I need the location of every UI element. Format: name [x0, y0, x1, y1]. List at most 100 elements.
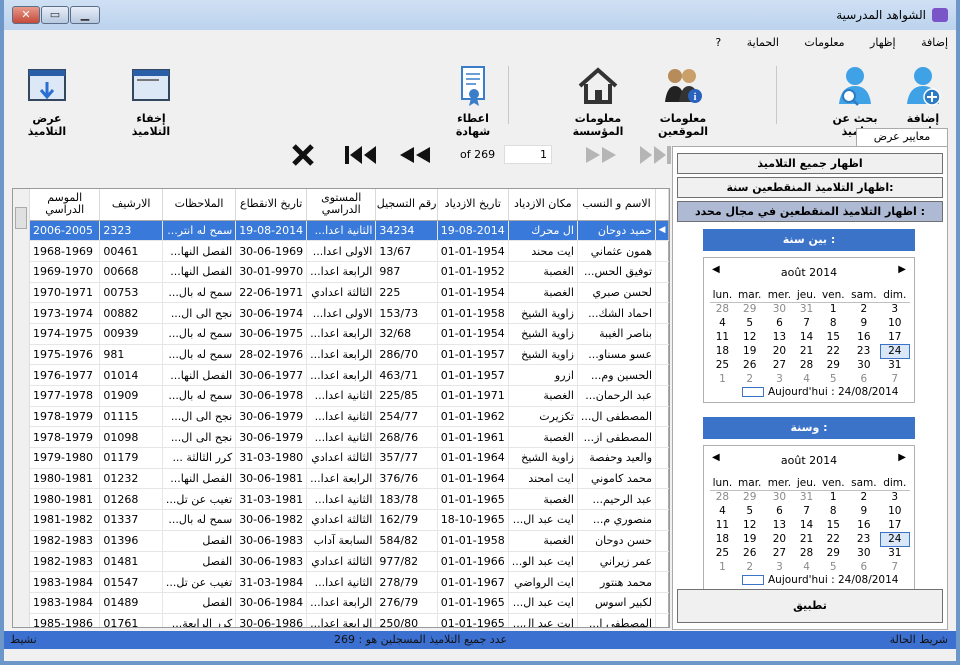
row-selector[interactable] [655, 488, 669, 511]
table-cell[interactable]: 01-01-1965 [437, 613, 509, 627]
maximize-window-button[interactable]: ▭ [41, 6, 69, 24]
table-cell[interactable]: الثانية اعدا... [306, 385, 377, 407]
calendar-day[interactable]: 21 [794, 344, 819, 358]
calendar-day[interactable]: 9 [848, 316, 880, 330]
table-row[interactable]: 1980-1981 01232 الفصل النها... 30-06-1981 ال… [30, 468, 669, 490]
table-cell[interactable]: الغصبة [508, 385, 578, 407]
table-cell[interactable]: 01-01-1971 [437, 385, 509, 407]
table-cell[interactable]: 2323 [99, 220, 163, 242]
calendar-day[interactable]: 1 [710, 372, 735, 386]
calendar-day[interactable]: 15 [819, 330, 848, 344]
calendar-day[interactable]: 29 [819, 358, 848, 372]
table-row[interactable]: 2006-2005 2323 سمح له انتر... 19-08-2014 الث… [30, 220, 669, 242]
table-row[interactable]: 1978-1979 01098 نجح الى ال... 30-06-1979 الث… [30, 426, 669, 449]
calendar-day[interactable]: 1 [819, 490, 848, 504]
table-cell[interactable]: 32/68 [375, 323, 438, 345]
table-cell[interactable]: 01489 [99, 592, 163, 614]
calendar-day[interactable]: 31 [880, 546, 909, 560]
calendar-day[interactable]: 29 [735, 302, 765, 316]
row-selector[interactable] [655, 406, 669, 428]
table-cell[interactable]: 30-06-1983 [235, 551, 308, 573]
table-cell[interactable]: 31-03-1980 [235, 447, 308, 469]
table-row[interactable]: 1983-1984 01489 الفصل 30-06-1984 الرابعة اعد… [30, 592, 669, 614]
calendar-day[interactable]: 4 [794, 560, 819, 574]
calendar-day[interactable]: 16 [848, 518, 880, 532]
table-cell[interactable]: والعيد وحفصة [577, 447, 657, 469]
calendar-day[interactable]: 15 [819, 518, 848, 532]
calendar-day[interactable]: 18 [710, 344, 735, 358]
menu-show[interactable]: إظهار [870, 36, 896, 49]
table-cell[interactable]: المصطفى ا... [577, 613, 657, 627]
table-cell[interactable]: 250/80 [375, 613, 438, 627]
table-cell[interactable]: 1977-1978 [30, 385, 101, 407]
add-student-button[interactable]: إضافة تلميذ [894, 64, 952, 138]
table-cell[interactable]: المصطفى از... [577, 426, 657, 449]
calendar-day[interactable]: 3 [765, 560, 795, 574]
table-cell[interactable]: عبد الرحمان... [577, 385, 657, 407]
table-cell[interactable]: 01-01-1952 [437, 261, 509, 283]
next-month-icon[interactable]: ▶ [898, 264, 906, 275]
first-record-button[interactable] [344, 140, 378, 170]
table-cell[interactable]: 1985-1986 [30, 613, 101, 627]
table-cell[interactable]: 01098 [99, 426, 163, 449]
table-cell[interactable]: 254/77 [375, 406, 438, 428]
table-cell[interactable]: 1978-1979 [30, 406, 101, 428]
table-cell[interactable]: 01-01-1962 [437, 406, 509, 428]
table-cell[interactable]: 30-06-1979 [235, 406, 308, 428]
employees-info-button[interactable]: i معلومات الموقعين [644, 64, 722, 138]
calendar-day[interactable]: 2 [735, 372, 765, 386]
table-cell[interactable]: ازرو [508, 364, 578, 386]
calendar-day[interactable]: 17 [880, 330, 909, 344]
table-cell[interactable]: 30-06-1982 [235, 509, 308, 531]
column-header-dropout-date[interactable]: تاريخ الانقطاع [235, 189, 308, 221]
table-cell[interactable]: سمح له بال... [162, 282, 237, 304]
table-cell[interactable]: 01-01-1954 [437, 282, 509, 304]
calendar-day[interactable]: 5 [819, 560, 848, 574]
table-cell[interactable]: احماد الشك... [577, 302, 657, 324]
calendar-day[interactable]: 30 [765, 302, 795, 316]
table-cell[interactable]: الفصل [162, 592, 237, 614]
calendar-day[interactable]: 3 [765, 372, 795, 386]
table-cell[interactable]: الثانية اعدا... [306, 426, 377, 449]
previous-record-button[interactable] [398, 140, 432, 170]
table-cell[interactable]: الثانية اعدا... [306, 488, 377, 511]
show-all-students-button[interactable]: اظهار جميع التلاميذ [677, 153, 943, 174]
table-cell[interactable]: الفصل النها... [162, 240, 237, 262]
calendar-day[interactable]: 18 [710, 532, 735, 546]
table-cell[interactable]: الثالثة اعدادي [306, 509, 377, 531]
table-cell[interactable]: 01-01-1965 [437, 488, 509, 511]
table-cell[interactable]: 34234 [375, 220, 438, 242]
table-cell[interactable]: 183/78 [375, 488, 438, 511]
table-cell[interactable]: 01-01-1964 [437, 468, 509, 490]
table-cell[interactable]: 981 [99, 344, 163, 366]
row-selector[interactable] [655, 530, 669, 552]
calendar-day[interactable]: 31 [880, 358, 909, 372]
table-cell[interactable]: سمح له بال... [162, 323, 237, 345]
table-cell[interactable]: 162/79 [375, 509, 438, 531]
table-cell[interactable]: الثانية اعدا... [306, 571, 377, 593]
calendar-today[interactable]: Aujourd'hui : 24/08/2014 [742, 574, 898, 586]
show-students-button[interactable]: عرض التلاميذ [14, 64, 80, 138]
table-row[interactable]: 1975-1976 981 سمح له بال... 28-02-1976 الراب… [30, 344, 669, 366]
scrollbar-thumb[interactable] [15, 207, 27, 229]
calendar-day[interactable]: 3 [880, 302, 909, 316]
table-row[interactable]: 1968-1969 00461 الفصل النها... 30-06-1969 ال… [30, 240, 669, 262]
table-cell[interactable]: 278/79 [375, 571, 438, 593]
table-cell[interactable]: 18-10-1965 [437, 509, 509, 531]
table-cell[interactable]: 13/67 [375, 240, 438, 262]
calendar-day[interactable]: 4 [710, 504, 735, 518]
table-cell[interactable]: 01-01-1957 [437, 364, 509, 386]
table-cell[interactable]: 1981-1982 [30, 509, 101, 531]
table-cell[interactable]: 01-01-1966 [437, 551, 509, 573]
table-cell[interactable]: 30-06-1974 [235, 302, 308, 324]
table-cell[interactable]: كرر الثالثة ... [162, 447, 237, 469]
minimize-window-button[interactable]: ▁ [70, 6, 100, 24]
calendar-day[interactable]: 21 [794, 532, 819, 546]
table-cell[interactable]: 1968-1969 [30, 240, 101, 262]
table-cell[interactable]: زاوية الشيخ [508, 302, 578, 324]
column-header-birth-date[interactable]: تاريخ الازدياد [437, 189, 509, 221]
table-cell[interactable]: 357/77 [375, 447, 438, 469]
table-cell[interactable]: الغصبة [508, 530, 578, 552]
row-selector[interactable] [655, 385, 669, 407]
calendar-days[interactable]: lun. mar. mer. jeu. ven. sam. dim. 28 29 30 31 1 2 3 4… [710, 288, 911, 386]
